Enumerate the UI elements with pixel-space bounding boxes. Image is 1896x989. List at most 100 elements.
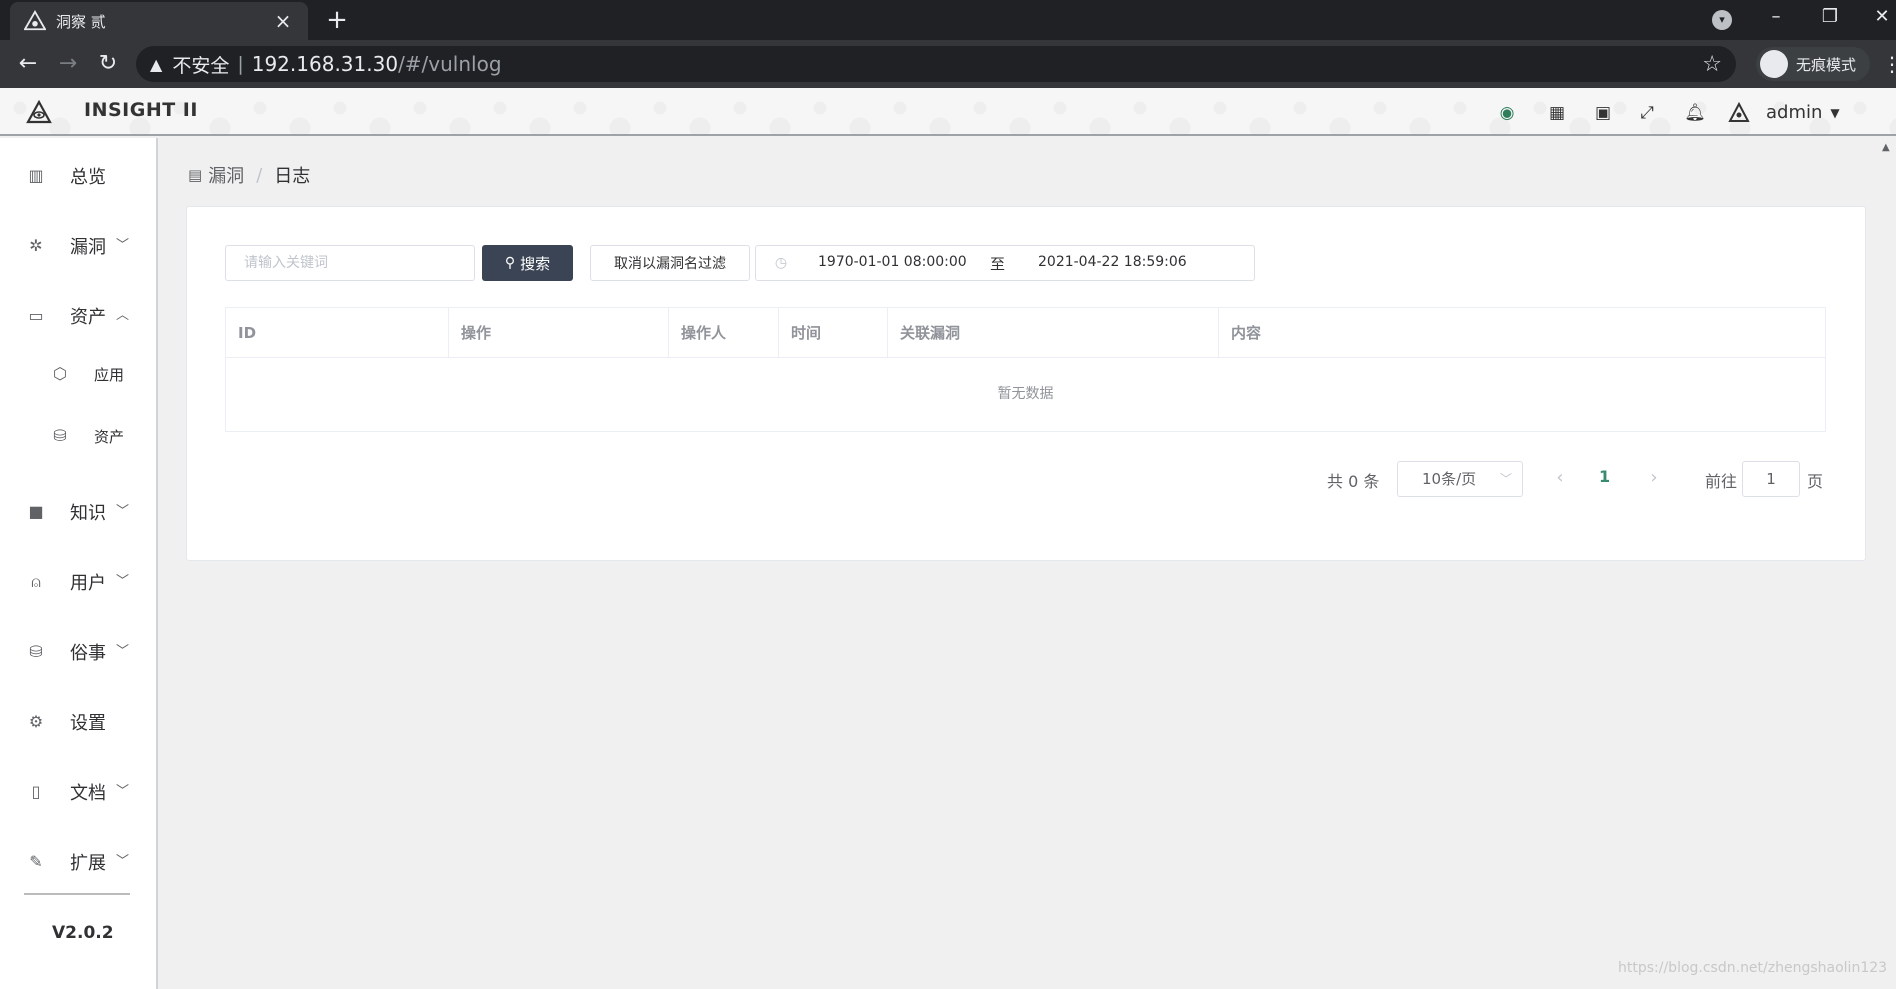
- browser-toolbar: ← → ↻ ▲ 不安全 | 192.168.31.30 /#/vulnlog ☆…: [0, 40, 1896, 88]
- document-icon: ▤: [188, 166, 203, 184]
- profile-menu-icon[interactable]: ▾: [1712, 10, 1732, 30]
- table-empty-text: 暂无数据: [997, 386, 1054, 402]
- sidebar-item-label: 总览: [70, 167, 106, 188]
- sidebar-item-label: 俗事: [70, 643, 106, 664]
- chevron-up-icon: ︿: [116, 308, 130, 323]
- cube-icon: ⬡: [53, 364, 67, 383]
- caret-down-icon: ▼: [1830, 105, 1840, 120]
- qr-code-icon[interactable]: ▣: [1592, 102, 1614, 124]
- calendar-icon[interactable]: ▦: [1546, 102, 1568, 124]
- chevron-down-icon: ﹀: [116, 574, 130, 589]
- search-button[interactable]: ⚲ 搜索: [482, 245, 573, 281]
- date-start[interactable]: 1970-01-01 08:00:00: [818, 254, 967, 270]
- chevron-down-icon: ﹀: [116, 238, 130, 253]
- close-window-icon[interactable]: ✕: [1862, 6, 1896, 27]
- column-header-operation: 操作: [449, 308, 669, 358]
- column-header-operator: 操作人: [669, 308, 779, 358]
- sidebar-item-settings[interactable]: ⚙ 设置: [0, 702, 156, 742]
- sidebar-item-label: 扩展: [70, 853, 106, 874]
- reload-icon[interactable]: ↻: [94, 50, 122, 78]
- document-icon: ▯: [31, 782, 41, 801]
- brand-name: INSIGHT II: [84, 99, 198, 121]
- goto-page-input[interactable]: [1742, 461, 1800, 497]
- column-header-related-vuln: 关联漏洞: [888, 308, 1219, 358]
- date-range-picker[interactable]: ◷ 1970-01-01 08:00:00 至 2021-04-22 18:59…: [755, 245, 1255, 281]
- url-host: 192.168.31.30: [251, 52, 399, 76]
- sidebar-item-label: 资产: [70, 307, 106, 328]
- sidebar-item-label: 文档: [70, 783, 106, 804]
- tab-close-icon[interactable]: ×: [272, 9, 294, 33]
- username: admin: [1766, 102, 1823, 123]
- column-header-id: ID: [226, 308, 449, 358]
- minimize-icon[interactable]: –: [1756, 6, 1796, 27]
- next-page-icon[interactable]: ›: [1642, 466, 1666, 490]
- breadcrumb: ▤ 漏洞 / 日志: [188, 162, 310, 188]
- sidebar-item-label: 知识: [70, 503, 106, 524]
- forward-icon[interactable]: →: [54, 50, 82, 78]
- cancel-filter-button[interactable]: 取消以漏洞名过滤: [590, 245, 750, 281]
- sidebar-item-label: 漏洞: [70, 237, 106, 258]
- book-icon: ■: [28, 502, 44, 521]
- column-header-time: 时间: [779, 308, 888, 358]
- url-path: /#/vulnlog: [398, 52, 502, 76]
- watermark: https://blog.csdn.net/zhengshaolin123: [1618, 960, 1888, 976]
- sidebar-subitem-apps[interactable]: ⬡ 应用: [0, 356, 156, 392]
- user-avatar-icon[interactable]: [1728, 102, 1750, 124]
- fullscreen-icon[interactable]: ⤢: [1636, 102, 1658, 124]
- page-number-1[interactable]: 1: [1599, 467, 1610, 486]
- column-header-content: 内容: [1231, 324, 1262, 342]
- wrench-icon: ✎: [29, 852, 43, 871]
- sidebar-item-affairs[interactable]: ⛁ 俗事 ﹀: [0, 632, 156, 672]
- date-end[interactable]: 2021-04-22 18:59:06: [1038, 254, 1187, 270]
- pagination-total: 共 0 条: [1327, 472, 1380, 491]
- date-range-separator: 至: [990, 255, 1006, 273]
- bell-icon[interactable]: 🔔︎: [1684, 102, 1706, 124]
- warning-icon: ▲: [150, 54, 163, 74]
- app-header: INSIGHT II ◉ ▦ ▣ ⤢ 🔔︎ admin ▼: [0, 88, 1896, 136]
- restore-icon[interactable]: ❐: [1810, 6, 1850, 27]
- prev-page-icon[interactable]: ‹: [1548, 466, 1572, 490]
- incognito-label: 无痕模式: [1796, 55, 1857, 74]
- address-bar[interactable]: ▲ 不安全 | 192.168.31.30 /#/vulnlog ☆: [136, 46, 1736, 82]
- goto-label: 前往: [1705, 472, 1738, 491]
- database-icon: ⛁: [29, 642, 43, 661]
- sidebar-item-assets[interactable]: ▭ 资产 ︿: [0, 296, 156, 336]
- sidebar-item-extensions[interactable]: ✎ 扩展 ﹀: [0, 842, 156, 882]
- chevron-down-icon: ﹀: [116, 504, 130, 519]
- database-icon: ⛁: [53, 426, 67, 445]
- content-card: ⚲ 搜索 取消以漏洞名过滤 ◷ 1970-01-01 08:00:00 至 20…: [186, 206, 1866, 561]
- page-size-value: 10条/页: [1422, 470, 1477, 488]
- search-input[interactable]: [225, 245, 475, 281]
- browser-menu-icon[interactable]: ⋮: [1882, 52, 1896, 76]
- chevron-down-icon: ﹀: [1499, 472, 1512, 486]
- breadcrumb-separator: /: [256, 164, 263, 186]
- bug-icon: ✲: [29, 236, 43, 255]
- chevron-down-icon: ﹀: [116, 644, 130, 659]
- sidebar-item-vulns[interactable]: ✲ 漏洞 ﹀: [0, 226, 156, 266]
- table-header: ID 操作 操作人 时间 关联漏洞 内容: [226, 308, 1825, 358]
- new-tab-icon[interactable]: +: [322, 6, 352, 34]
- chevron-down-icon: ﹀: [116, 784, 130, 799]
- pagination: 共 0 条 10条/页 ﹀ ‹ 1 › 前往 页: [187, 461, 1867, 497]
- user-menu[interactable]: admin ▼: [1766, 102, 1840, 123]
- sidebar-item-docs[interactable]: ▯ 文档 ﹀: [0, 772, 156, 812]
- sidebar-item-users[interactable]: ⍝ 用户 ﹀: [0, 562, 156, 602]
- page-size-select[interactable]: 10条/页 ﹀: [1397, 461, 1523, 497]
- bar-chart-icon: ▥: [28, 166, 44, 185]
- sidebar: ▥ 总览 ✲ 漏洞 ﹀ ▭ 资产 ︿ ⬡ 应用 ⛁ 资产 ■ 知识 ﹀ ⍝ 用户…: [0, 138, 158, 989]
- insight-logo-icon: [24, 10, 46, 31]
- clock-icon: ◷: [774, 255, 788, 271]
- sidebar-item-label: 设置: [70, 713, 106, 734]
- breadcrumb-current: 日志: [274, 166, 311, 187]
- url-separator: |: [237, 53, 244, 75]
- browser-tab[interactable]: 洞察 贰 ×: [10, 2, 308, 40]
- scroll-up-icon[interactable]: ▲: [1882, 142, 1890, 153]
- incognito-badge[interactable]: 无痕模式: [1756, 47, 1871, 81]
- sidebar-subitem-assets[interactable]: ⛁ 资产: [0, 418, 156, 454]
- back-icon[interactable]: ←: [14, 50, 42, 78]
- sidebar-item-overview[interactable]: ▥ 总览: [0, 156, 156, 196]
- eye-icon[interactable]: ◉: [1496, 102, 1518, 124]
- breadcrumb-parent[interactable]: 漏洞: [208, 162, 244, 188]
- sidebar-item-knowledge[interactable]: ■ 知识 ﹀: [0, 492, 156, 532]
- bookmark-star-icon[interactable]: ☆: [1702, 52, 1722, 77]
